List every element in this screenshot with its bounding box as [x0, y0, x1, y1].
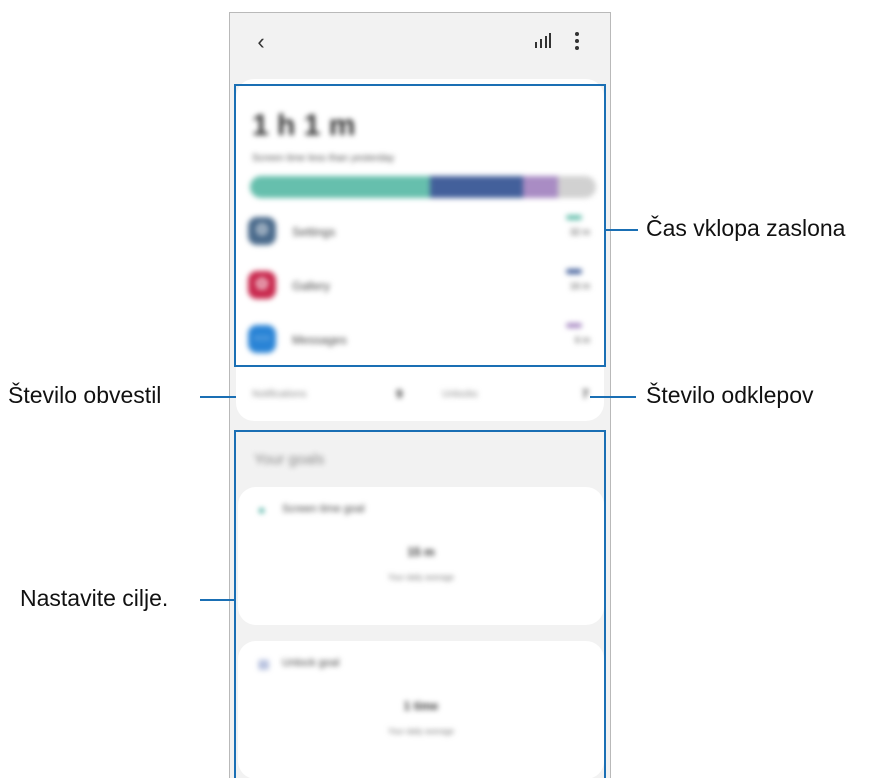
notifications-label: Notifications [252, 389, 307, 400]
notifications-count: 9 [396, 387, 403, 401]
chevron-left-icon[interactable]: ‹ [248, 29, 274, 55]
notifications-leader [200, 396, 236, 398]
unlocks-leader [590, 396, 636, 398]
more-vertical-icon[interactable] [572, 31, 582, 51]
goals-callout: Nastavite cilje. [20, 585, 169, 611]
unlocks-callout: Število odklepov [646, 382, 814, 408]
notifications-callout: Število obvestil [8, 382, 162, 408]
screen-time-leader [606, 229, 638, 231]
goals-leader [200, 599, 234, 601]
screen-time-highlight [234, 84, 606, 367]
unlocks-label: Unlocks [442, 389, 478, 400]
screen-time-callout: Čas vklopa zaslona [646, 215, 846, 241]
app-bar: ‹ [230, 13, 610, 73]
bar-chart-icon[interactable] [534, 33, 552, 49]
unlocks-count: 7 [582, 387, 589, 401]
goals-highlight [234, 430, 606, 778]
